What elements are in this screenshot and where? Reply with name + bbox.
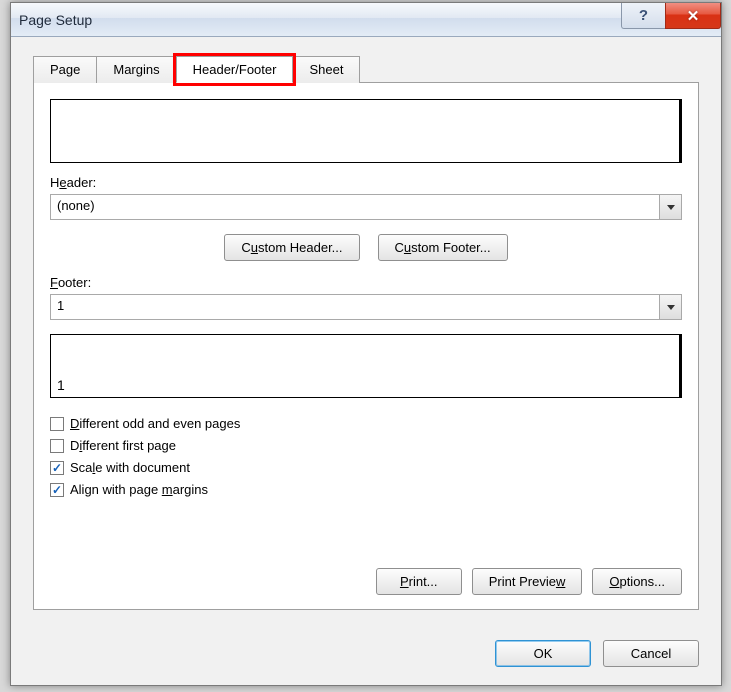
header-label: Header: [50,175,682,190]
checkbox-icon [50,483,64,497]
footer-combo-value: 1 [51,295,659,319]
tab-content: Header: (none) Custom Header... Custom F… [33,82,699,610]
chevron-down-icon [667,205,675,210]
footer-preview-text: 1 [57,377,65,393]
footer-label: Footer: [50,275,682,290]
help-icon: ? [639,7,648,24]
header-combo-value: (none) [51,195,659,219]
checkbox-icon [50,417,64,431]
cancel-button[interactable]: Cancel [603,640,699,667]
checkbox-list: Different odd and even pages Different f… [50,416,682,497]
header-combo[interactable]: (none) [50,194,682,220]
ok-button[interactable]: OK [495,640,591,667]
page-setup-dialog: Page Setup ? ✕ Page Margins Header/Foote… [10,2,722,686]
header-combo-arrow[interactable] [659,195,681,219]
client-area: Page Margins Header/Footer Sheet Header:… [11,37,721,626]
bottom-buttons-row: Print... Print Preview Options... [50,568,682,595]
titlebar-buttons: ? ✕ [621,3,721,29]
help-button[interactable]: ? [621,3,665,29]
checkbox-different-odd-even[interactable]: Different odd and even pages [50,416,682,431]
tab-strip: Page Margins Header/Footer Sheet [33,55,699,82]
print-preview-button[interactable]: Print Preview [472,568,583,595]
custom-header-button[interactable]: Custom Header... [224,234,359,261]
checkbox-align-with-margins[interactable]: Align with page margins [50,482,682,497]
checkbox-icon [50,461,64,475]
chevron-down-icon [667,305,675,310]
window-title: Page Setup [19,12,92,28]
header-preview [50,99,682,163]
print-button[interactable]: Print... [376,568,462,595]
custom-footer-button[interactable]: Custom Footer... [378,234,508,261]
tab-margins[interactable]: Margins [96,56,176,83]
checkbox-icon [50,439,64,453]
options-button[interactable]: Options... [592,568,682,595]
tab-page[interactable]: Page [33,56,97,83]
close-button[interactable]: ✕ [665,3,721,29]
titlebar: Page Setup ? ✕ [11,3,721,37]
custom-buttons-row: Custom Header... Custom Footer... [50,234,682,261]
checkbox-scale-with-document[interactable]: Scale with document [50,460,682,475]
tab-sheet[interactable]: Sheet [292,56,360,83]
tab-header-footer[interactable]: Header/Footer [176,56,294,83]
close-icon: ✕ [687,7,700,25]
checkbox-different-first-page[interactable]: Different first page [50,438,682,453]
footer-combo-arrow[interactable] [659,295,681,319]
footer-combo[interactable]: 1 [50,294,682,320]
footer-preview: 1 [50,334,682,398]
dialog-footer: OK Cancel [11,626,721,685]
